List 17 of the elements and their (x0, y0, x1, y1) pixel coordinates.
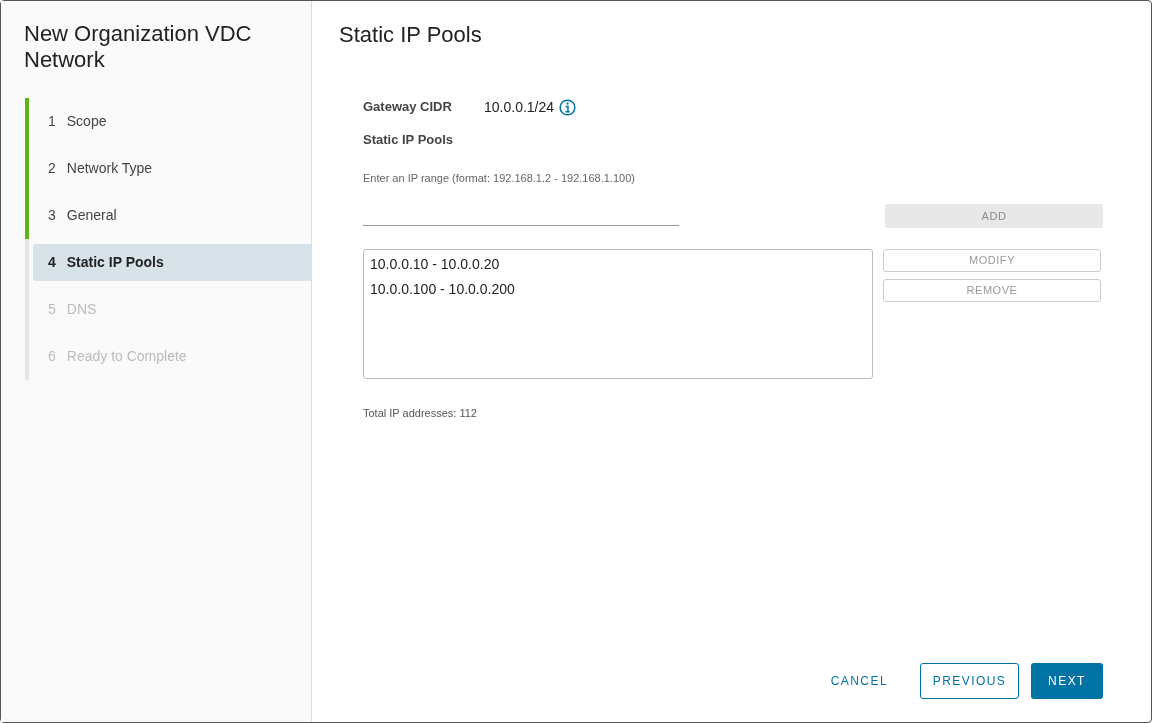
info-icon[interactable] (559, 98, 577, 116)
ip-pool-item[interactable]: 10.0.0.100 - 10.0.0.200 (370, 277, 866, 302)
wizard-step[interactable]: 2 Network Type (33, 150, 311, 187)
total-text: Total IP addresses: 112 (363, 406, 478, 421)
field-label: Enter an IP range (format: 192.168.1.2 - 192.168.1.100) (363, 170, 636, 186)
gateway-value: 10.0.0.1/24 (484, 97, 555, 117)
wizard-title: New Organization VDC Network (24, 21, 253, 73)
next-button[interactable]: NEXT (1031, 663, 1103, 699)
wizard-step[interactable]: 1 Scope (33, 103, 311, 140)
ip-pool-item[interactable]: 10.0.0.10 - 10.0.0.20 (370, 252, 866, 277)
wizard-step[interactable]: 3 General (33, 197, 311, 234)
section-label: Static IP Pools (363, 131, 455, 149)
previous-button[interactable]: PREVIOUS (920, 663, 1019, 699)
field-label: Gateway CIDR (363, 98, 453, 117)
page-title: Static IP Pools (339, 22, 483, 48)
wizard-step[interactable]: 4 Static IP Pools (33, 244, 311, 281)
cancel-link[interactable]: CANCEL (818, 663, 900, 699)
